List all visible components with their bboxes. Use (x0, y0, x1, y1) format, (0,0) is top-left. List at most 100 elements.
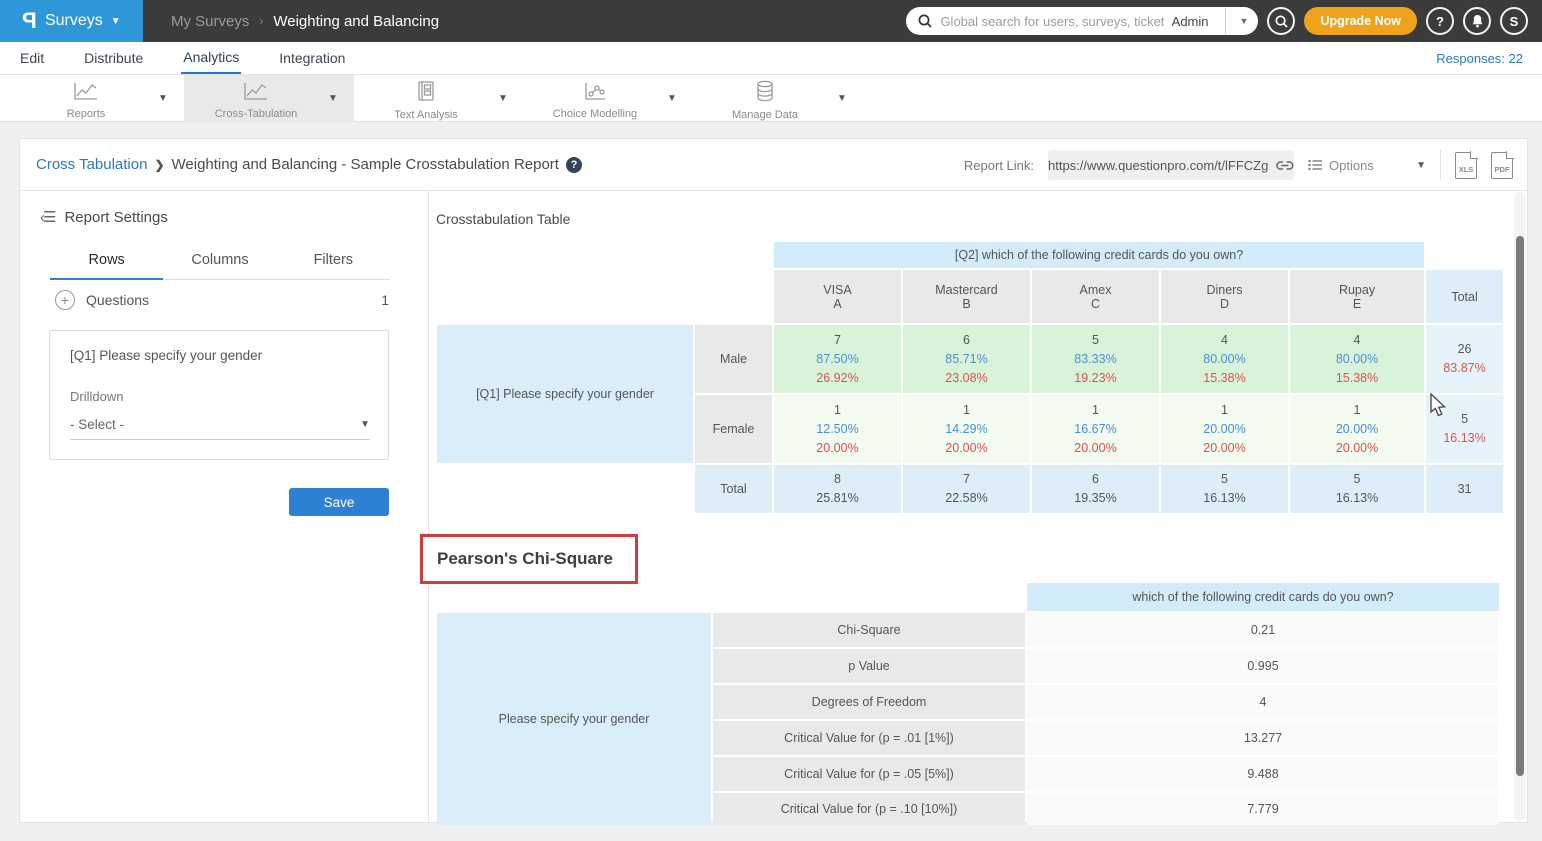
column-question-header: [Q2] which of the following credit cards… (774, 242, 1424, 268)
drilldown-selected-value: - Select - (70, 417, 124, 432)
column-header-amex: AmexC (1032, 270, 1159, 323)
search-scope-value[interactable]: Admin (1172, 14, 1217, 29)
user-avatar[interactable]: S (1500, 7, 1528, 35)
node-chart-icon (583, 81, 607, 106)
report-settings-title: Report Settings (64, 209, 167, 226)
toolbar-item-choice-modelling[interactable]: Choice Modelling ▼ (523, 75, 693, 122)
stat-value: 13.277 (1027, 721, 1499, 755)
report-link-field[interactable]: https://www.questionpro.com/t/lFFCZg (1048, 150, 1294, 180)
report-settings-header: ‹☰ Report Settings (40, 208, 168, 226)
stat-label: Chi-Square (713, 613, 1025, 647)
settings-tabs: Rows Columns Filters (50, 244, 390, 280)
tab-columns[interactable]: Columns (163, 244, 276, 279)
toolbar-item-label: Reports (67, 108, 106, 120)
divider (1225, 8, 1226, 34)
chevron-right-icon: › (259, 14, 263, 28)
row-label-male: Male (695, 325, 772, 393)
total-cell: 619.35% (1032, 465, 1159, 513)
upgrade-now-button[interactable]: Upgrade Now (1304, 7, 1417, 35)
stat-label: p Value (713, 649, 1025, 683)
search-input[interactable] (940, 14, 1163, 29)
grand-total-cell: 31 (1426, 465, 1503, 513)
top-bar: P Surveys ▼ My Surveys › Weighting and B… (0, 0, 1542, 42)
panel-divider (428, 191, 429, 822)
question-mark-icon: ? (1436, 14, 1444, 29)
toolbar-item-reports[interactable]: Reports ▼ (14, 75, 184, 122)
chevron-down-icon: ▼ (360, 419, 370, 430)
breadcrumb-survey-name: Weighting and Balancing (273, 13, 439, 30)
drilldown-select[interactable]: - Select - ▼ (70, 417, 370, 440)
chevron-down-icon[interactable]: ▼ (1234, 16, 1249, 26)
scrollbar-thumb[interactable] (1516, 236, 1524, 776)
question-text: [Q1] Please specify your gender (70, 348, 262, 363)
tab-filters[interactable]: Filters (277, 244, 390, 279)
cross-tabulation-link[interactable]: Cross Tabulation (36, 156, 147, 173)
search-submit-button[interactable] (1267, 7, 1295, 35)
toolbar-item-manage-data[interactable]: Manage Data ▼ (693, 75, 863, 122)
crosstab-section-title: Crosstabulation Table (436, 211, 570, 227)
chevron-down-icon[interactable]: ▼ (498, 93, 524, 104)
save-button[interactable]: Save (289, 488, 389, 516)
question-card: [Q1] Please specify your gender Drilldow… (49, 330, 389, 460)
stat-value: 7.779 (1027, 793, 1499, 825)
chi-square-heading-annotation: Pearson's Chi-Square (420, 534, 638, 584)
data-cell: 120.00%20.00% (1290, 395, 1424, 463)
menu-item-analytics[interactable]: Analytics (181, 43, 241, 74)
toolbar-item-text-analysis[interactable]: Text Analysis ▼ (354, 75, 524, 122)
drilldown-label: Drilldown (70, 389, 123, 404)
menu-item-edit[interactable]: Edit (18, 44, 46, 73)
list-icon (1308, 159, 1322, 171)
breadcrumb-my-surveys[interactable]: My Surveys (171, 13, 249, 30)
toolbar-item-label: Manage Data (732, 109, 798, 121)
product-name: Surveys (45, 12, 103, 30)
options-label: Options (1329, 158, 1374, 173)
chevron-down-icon: ▼ (111, 16, 121, 27)
bell-icon (1471, 14, 1484, 28)
export-xls-button[interactable]: XLS (1455, 152, 1477, 179)
stat-value: 9.488 (1027, 757, 1499, 791)
help-circle-icon[interactable]: ? (566, 157, 582, 173)
report-link-label: Report Link: (964, 158, 1034, 173)
data-cell: 114.29%20.00% (903, 395, 1030, 463)
menu-item-integration[interactable]: Integration (277, 44, 347, 73)
report-header: Cross Tabulation ❯ Weighting and Balanci… (20, 139, 1527, 191)
search-icon (918, 14, 932, 28)
column-header-rupay: RupayE (1290, 270, 1424, 323)
link-icon[interactable] (1276, 160, 1294, 171)
divider (1440, 150, 1441, 180)
tab-rows[interactable]: Rows (50, 244, 163, 280)
stat-value: 0.21 (1027, 613, 1499, 647)
xls-icon: XLS (1456, 165, 1476, 174)
chevron-down-icon[interactable]: ▼ (328, 93, 354, 104)
report-title: Weighting and Balancing - Sample Crossta… (172, 156, 559, 173)
pdf-icon: PDF (1492, 165, 1512, 174)
chevron-down-icon[interactable]: ▼ (667, 93, 693, 104)
questions-label: Questions (86, 292, 149, 308)
product-switcher[interactable]: P Surveys ▼ (0, 0, 143, 42)
data-cell: 116.67%20.00% (1032, 395, 1159, 463)
column-header-mastercard: MastercardB (903, 270, 1030, 323)
chi-row-header: Please specify your gender (437, 613, 711, 825)
add-question-button[interactable]: + (55, 290, 75, 310)
search-icon (1275, 15, 1288, 28)
report-link-url[interactable]: https://www.questionpro.com/t/lFFCZg (1048, 158, 1268, 173)
total-cell: 516.13% (1290, 465, 1424, 513)
notifications-button[interactable] (1463, 7, 1491, 35)
options-dropdown[interactable]: Options ▼ (1308, 158, 1426, 173)
export-pdf-button[interactable]: PDF (1491, 152, 1513, 179)
database-icon (754, 80, 776, 107)
help-button[interactable]: ? (1426, 7, 1454, 35)
scrollbar-track[interactable] (1514, 192, 1526, 821)
toolbar-item-label: Choice Modelling (553, 108, 637, 120)
global-search: Admin ▼ (906, 7, 1258, 35)
row-label-female: Female (695, 395, 772, 463)
collapse-panel-icon[interactable]: ‹☰ (40, 208, 54, 226)
chevron-down-icon[interactable]: ▼ (158, 93, 184, 104)
responses-count[interactable]: Responses: 22 (1436, 51, 1523, 66)
chevron-down-icon[interactable]: ▼ (837, 93, 863, 104)
toolbar-item-cross-tabulation[interactable]: Cross-Tabulation ▼ (184, 75, 354, 122)
menu-item-distribute[interactable]: Distribute (82, 44, 145, 73)
total-cell: 722.58% (903, 465, 1030, 513)
analytics-toolbar: Reports ▼ Cross-Tabulation ▼ Text Analys… (0, 75, 1542, 122)
questions-row: + Questions 1 (55, 290, 389, 310)
